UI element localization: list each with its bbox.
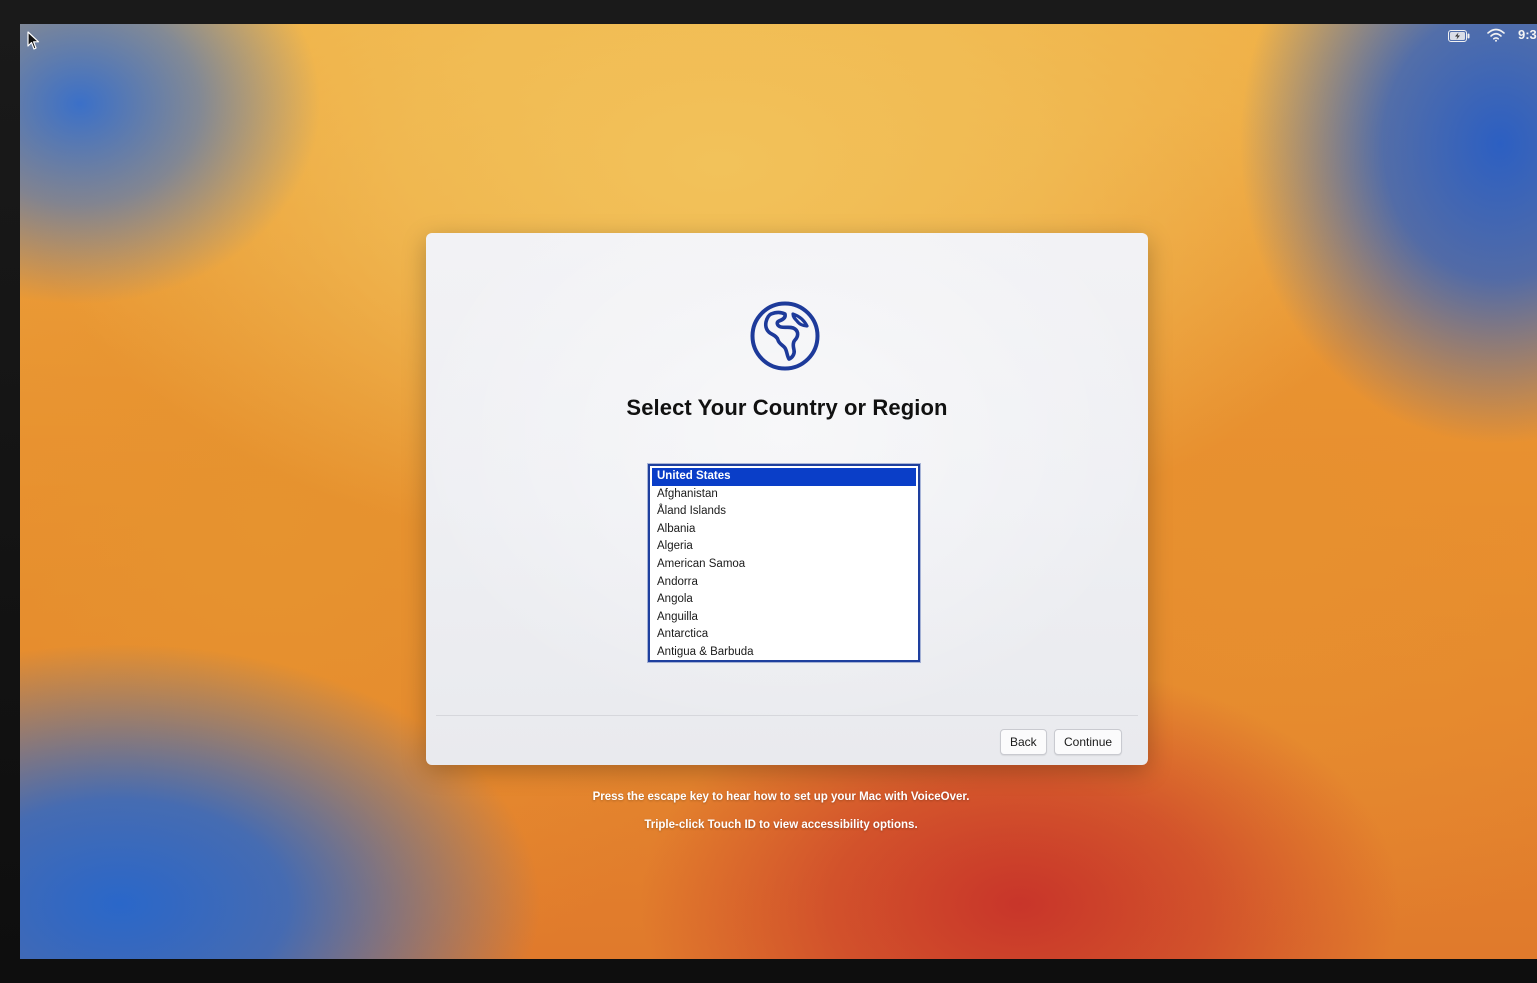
country-item[interactable]: Algeria <box>650 538 918 556</box>
country-item[interactable]: Antigua & Barbuda <box>650 644 918 660</box>
battery-charging-icon <box>1448 30 1470 42</box>
country-list[interactable]: United States Afghanistan Åland Islands Alb… <box>648 464 920 662</box>
mouse-pointer-icon <box>27 31 40 50</box>
country-item[interactable]: Albania <box>650 521 918 539</box>
country-item[interactable]: Afghanistan <box>650 486 918 504</box>
wifi-icon[interactable] <box>1487 28 1505 42</box>
country-item[interactable]: Angola <box>650 591 918 609</box>
accessibility-hint: Triple-click Touch ID to view accessibil… <box>644 819 918 831</box>
country-item-selected[interactable]: United States <box>652 468 916 486</box>
continue-button[interactable]: Continue <box>1054 729 1123 755</box>
voiceover-hint: Press the escape key to hear how to set … <box>592 791 970 803</box>
dialog-title: Select Your Country or Region <box>626 395 948 420</box>
country-item[interactable]: Åland Islands <box>650 503 918 521</box>
footer-divider <box>436 715 1138 716</box>
back-button[interactable]: Back <box>1000 729 1047 755</box>
setup-assistant-dialog: Select Your Country or Region United Sta… <box>426 233 1148 765</box>
menu-bar-clock[interactable]: 9:3 <box>1518 27 1537 42</box>
country-item[interactable]: Antarctica <box>650 626 918 644</box>
country-item[interactable]: American Samoa <box>650 556 918 574</box>
country-item[interactable]: Anguilla <box>650 609 918 627</box>
globe-icon <box>750 301 820 371</box>
country-item[interactable]: Andorra <box>650 574 918 592</box>
